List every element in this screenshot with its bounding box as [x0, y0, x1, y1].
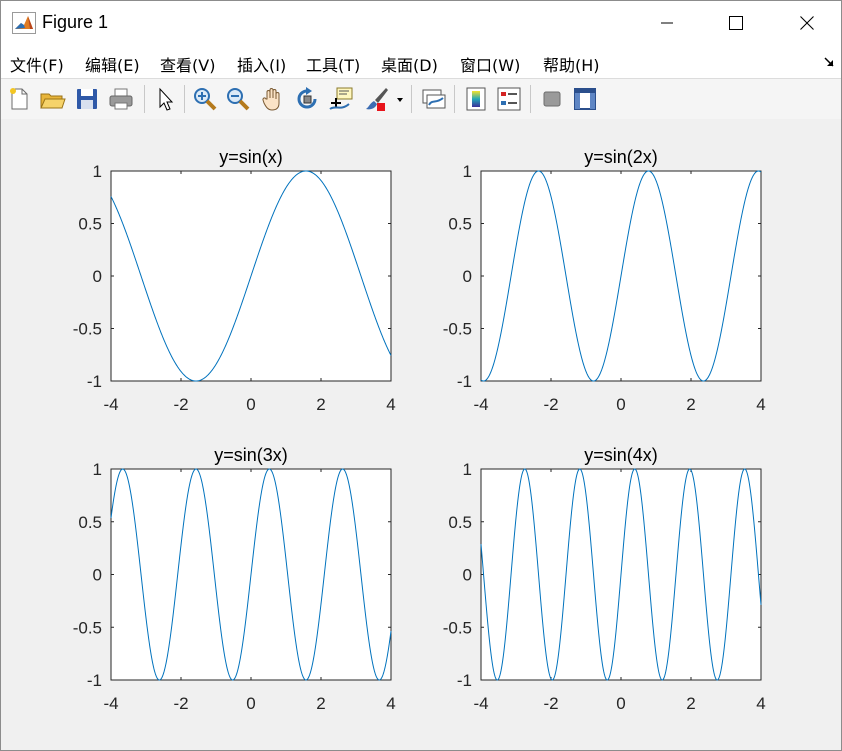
title-bar[interactable]: Figure 1 [1, 1, 841, 45]
x-tick-label: -4 [473, 395, 488, 414]
figure-toolbar [1, 78, 841, 120]
x-tick-label: 0 [246, 395, 255, 414]
y-tick-label: -0.5 [73, 618, 102, 637]
x-tick-label: 4 [756, 395, 765, 414]
zoom-in-icon[interactable] [191, 85, 219, 113]
pan-icon[interactable] [259, 85, 287, 113]
y-tick-label: 0.5 [78, 513, 102, 532]
y-tick-label: -1 [457, 671, 472, 690]
y-tick-label: -1 [87, 372, 102, 391]
x-tick-label: 0 [616, 694, 625, 713]
figure-window: Figure 1 文件(F) 编辑(E) 查看(V) 插入(I) 工具(T) 桌… [0, 0, 842, 751]
axes-3: -4 -2 0 2 4 -1 -0.5 0 0.5 1 y=sin(3x) [73, 445, 396, 713]
x-tick-label: -4 [473, 694, 488, 713]
hide-plot-tools-icon[interactable] [538, 85, 566, 113]
toolbar-separator [454, 85, 455, 113]
print-icon[interactable] [107, 85, 135, 113]
toolbar-separator [530, 85, 531, 113]
y-tick-label: 0 [93, 566, 102, 585]
x-tick-label: 0 [246, 694, 255, 713]
dock-arrow-icon[interactable] [824, 57, 835, 71]
legend-icon[interactable] [495, 85, 523, 113]
x-tick-label: -4 [103, 694, 118, 713]
link-plot-icon[interactable] [419, 85, 447, 113]
y-tick-label: 1 [463, 460, 472, 479]
y-tick-label: 0.5 [448, 513, 472, 532]
y-tick-label: 1 [463, 162, 472, 181]
y-tick-label: 0 [463, 566, 472, 585]
menu-view[interactable]: 查看(V) [160, 52, 215, 76]
x-tick-label: 4 [386, 395, 395, 414]
axes-title: y=sin(3x) [214, 445, 288, 465]
pointer-icon[interactable] [151, 85, 179, 113]
zoom-out-icon[interactable] [224, 85, 252, 113]
axes-2: -4 -2 0 2 4 -1 -0.5 0 0.5 1 y=sin(2x) [443, 147, 766, 414]
data-cursor-icon[interactable] [327, 85, 355, 113]
colorbar-icon[interactable] [462, 85, 490, 113]
open-file-icon[interactable] [38, 85, 66, 113]
close-button[interactable] [784, 1, 830, 45]
subplot-grid: -4 -2 0 2 4 -1 -0.5 0 0.5 1 y=sin(x) -4 -2 0 2 4 -1 -0.5 0… [73, 147, 766, 713]
y-tick-label: 1 [93, 460, 102, 479]
menu-insert[interactable]: 插入(I) [237, 52, 286, 76]
y-tick-label: 0.5 [448, 215, 472, 234]
y-tick-label: 0 [463, 267, 472, 286]
save-icon[interactable] [73, 85, 101, 113]
maximize-icon [729, 16, 743, 30]
minimize-icon [661, 22, 673, 24]
matlab-logo-icon [12, 12, 36, 34]
x-tick-label: 2 [316, 395, 325, 414]
axes-4: -4 -2 0 2 4 -1 -0.5 0 0.5 1 y=sin(4x) [443, 445, 766, 713]
toolbar-separator [411, 85, 412, 113]
minimize-button[interactable] [644, 1, 690, 45]
menu-edit[interactable]: 编辑(E) [85, 52, 140, 76]
close-icon [800, 16, 814, 30]
axes-title: y=sin(x) [219, 147, 283, 167]
maximize-button[interactable] [713, 1, 759, 45]
toolbar-separator [144, 85, 145, 113]
y-tick-label: 0.5 [78, 215, 102, 234]
x-tick-label: 4 [386, 694, 395, 713]
brush-dropdown-icon[interactable] [394, 85, 406, 113]
x-tick-label: 2 [316, 694, 325, 713]
new-figure-icon[interactable] [5, 85, 33, 113]
y-tick-label: -1 [87, 671, 102, 690]
figure-canvas[interactable]: -4 -2 0 2 4 -1 -0.5 0 0.5 1 y=sin(x) -4 -2 0 2 4 -1 -0.5 0… [1, 119, 841, 750]
x-tick-label: 2 [686, 395, 695, 414]
x-tick-label: -4 [103, 395, 118, 414]
menu-help[interactable]: 帮助(H) [543, 52, 600, 76]
axes-title: y=sin(4x) [584, 445, 658, 465]
brush-icon[interactable] [362, 85, 390, 113]
y-tick-label: -1 [457, 372, 472, 391]
y-tick-label: -0.5 [443, 320, 472, 339]
y-tick-label: 0 [93, 267, 102, 286]
x-tick-label: -2 [173, 395, 188, 414]
y-tick-label: -0.5 [443, 618, 472, 637]
x-tick-label: 4 [756, 694, 765, 713]
menu-bar: 文件(F) 编辑(E) 查看(V) 插入(I) 工具(T) 桌面(D) 窗口(W… [1, 45, 841, 78]
axes-1: -4 -2 0 2 4 -1 -0.5 0 0.5 1 y=sin(x) [73, 147, 396, 414]
axes-title: y=sin(2x) [584, 147, 658, 167]
x-tick-label: -2 [543, 395, 558, 414]
x-tick-label: 0 [616, 395, 625, 414]
y-tick-label: -0.5 [73, 320, 102, 339]
x-tick-label: -2 [173, 694, 188, 713]
menu-tools[interactable]: 工具(T) [306, 52, 360, 76]
menu-window[interactable]: 窗口(W) [460, 52, 520, 76]
window-title: Figure 1 [42, 12, 109, 32]
menu-desktop[interactable]: 桌面(D) [381, 52, 438, 76]
x-tick-label: -2 [543, 694, 558, 713]
show-plot-tools-icon[interactable] [571, 85, 599, 113]
toolbar-separator [184, 85, 185, 113]
rotate-3d-icon[interactable] [293, 85, 321, 113]
y-tick-label: 1 [93, 162, 102, 181]
x-tick-label: 2 [686, 694, 695, 713]
menu-file[interactable]: 文件(F) [10, 52, 64, 76]
